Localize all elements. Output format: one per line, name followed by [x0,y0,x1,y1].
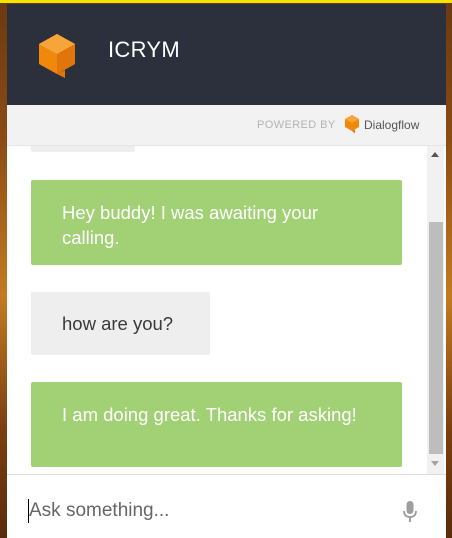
powered-by-label: POWERED BY [257,119,336,131]
message-input-bar [7,474,446,538]
chat-header: ICRYM [7,4,446,105]
chat-widget: ICRYM POWERED BY Dialogflow Hey buddy! I… [7,4,446,538]
bot-message: I am doing great. Thanks for asking! [31,382,402,467]
dialogflow-brand-link[interactable]: Dialogflow [364,118,419,132]
powered-by-bar: POWERED BY Dialogflow [7,105,446,146]
user-message: how are you? [31,292,210,355]
microphone-icon[interactable] [403,501,417,523]
message-input[interactable] [29,497,369,525]
dialogflow-small-logo-icon [345,115,359,134]
dialogflow-logo-icon [39,34,75,78]
user-message-text: how are you? [62,313,174,334]
chat-message-list[interactable]: Hey buddy! I was awaiting your calling. … [7,146,427,474]
bot-message-text: I am doing great. Thanks for asking! [62,404,357,425]
window-top-edge [0,0,452,3]
scroll-up-arrow-icon[interactable] [431,152,439,157]
bot-message-text: Hey buddy! I was awaiting your calling. [62,202,319,248]
scrollbar-thumb[interactable] [429,222,443,454]
user-message-partial [31,146,135,152]
bot-title: ICRYM [108,37,180,62]
scroll-down-arrow-icon[interactable] [431,461,439,466]
bot-message: Hey buddy! I was awaiting your calling. [31,180,402,265]
